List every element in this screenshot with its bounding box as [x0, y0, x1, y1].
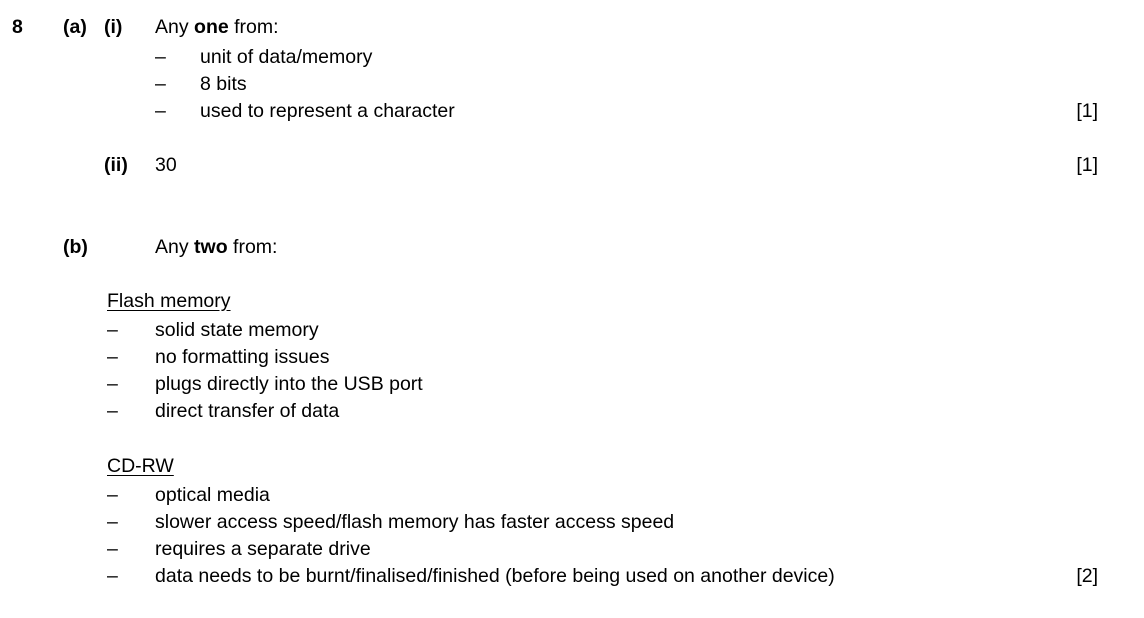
- part-label-a: (a): [63, 16, 87, 38]
- answer-line-b-stem: (b) Any two from:: [0, 234, 1144, 261]
- bullet-dash-icon: –: [107, 400, 118, 422]
- bullet-dash-icon: –: [107, 373, 118, 395]
- bullet-text: solid state memory: [155, 319, 319, 341]
- bullet-b-cdrw-4: – data needs to be burnt/finalised/finis…: [0, 563, 1144, 590]
- answer-line-a-ii: (ii) 30 [1]: [0, 152, 1144, 179]
- stem-prefix: Any: [155, 16, 195, 38]
- marks-allocation: [1]: [1076, 154, 1098, 176]
- bullet-b-flash-3: – plugs directly into the USB port: [0, 371, 1144, 398]
- marks-allocation: [2]: [1076, 565, 1098, 587]
- answer-stem-a-i: Any one from:: [155, 14, 279, 41]
- bullet-b-cdrw-2: – slower access speed/flash memory has f…: [0, 509, 1144, 536]
- bullet-dash-icon: –: [107, 484, 118, 506]
- bullet-text: unit of data/memory: [200, 46, 373, 68]
- bullet-text: no formatting issues: [155, 346, 330, 368]
- bullet-dash-icon: –: [155, 46, 166, 68]
- bullet-dash-icon: –: [155, 73, 166, 95]
- answer-line-a-i-stem: 8 (a) (i) Any one from:: [0, 14, 1144, 41]
- bullet-text: direct transfer of data: [155, 400, 340, 422]
- stem-suffix: from:: [227, 236, 278, 258]
- part-label-b: (b): [63, 236, 88, 258]
- bullet-b-cdrw-3: – requires a separate drive: [0, 536, 1144, 563]
- bullet-text: slower access speed/flash memory has fas…: [155, 511, 675, 533]
- group-heading-flash-memory: Flash memory: [0, 288, 1144, 315]
- question-number: 8: [12, 16, 23, 38]
- answer-stem-b: Any two from:: [155, 234, 277, 261]
- bullet-dash-icon: –: [107, 538, 118, 560]
- bullet-dash-icon: –: [107, 346, 118, 368]
- bullet-a-i-1: – unit of data/memory: [0, 44, 1144, 71]
- bullet-dash-icon: –: [107, 511, 118, 533]
- group-heading-cd-rw: CD-RW: [0, 453, 1144, 480]
- group-heading-text: CD-RW: [107, 455, 174, 477]
- stem-emphasis: one: [194, 16, 229, 38]
- stem-suffix: from:: [228, 16, 279, 38]
- bullet-b-flash-4: – direct transfer of data: [0, 398, 1144, 425]
- subpart-label-a-i: (i): [104, 16, 123, 38]
- marks-allocation: [1]: [1076, 100, 1098, 122]
- bullet-dash-icon: –: [107, 319, 118, 341]
- stem-prefix: Any: [155, 236, 195, 258]
- bullet-b-flash-2: – no formatting issues: [0, 344, 1144, 371]
- bullet-text: plugs directly into the USB port: [155, 373, 423, 395]
- bullet-text: optical media: [155, 484, 270, 506]
- bullet-b-flash-1: – solid state memory: [0, 317, 1144, 344]
- bullet-text: requires a separate drive: [155, 538, 371, 560]
- mark-scheme-page: 8 (a) (i) Any one from: – unit of data/m…: [0, 0, 1144, 618]
- bullet-a-i-2: – 8 bits: [0, 71, 1144, 98]
- bullet-text: 8 bits: [200, 73, 247, 95]
- bullet-b-cdrw-1: – optical media: [0, 482, 1144, 509]
- stem-emphasis: two: [194, 236, 228, 258]
- bullet-a-i-3: – used to represent a character [1]: [0, 98, 1144, 125]
- group-heading-text: Flash memory: [107, 290, 231, 312]
